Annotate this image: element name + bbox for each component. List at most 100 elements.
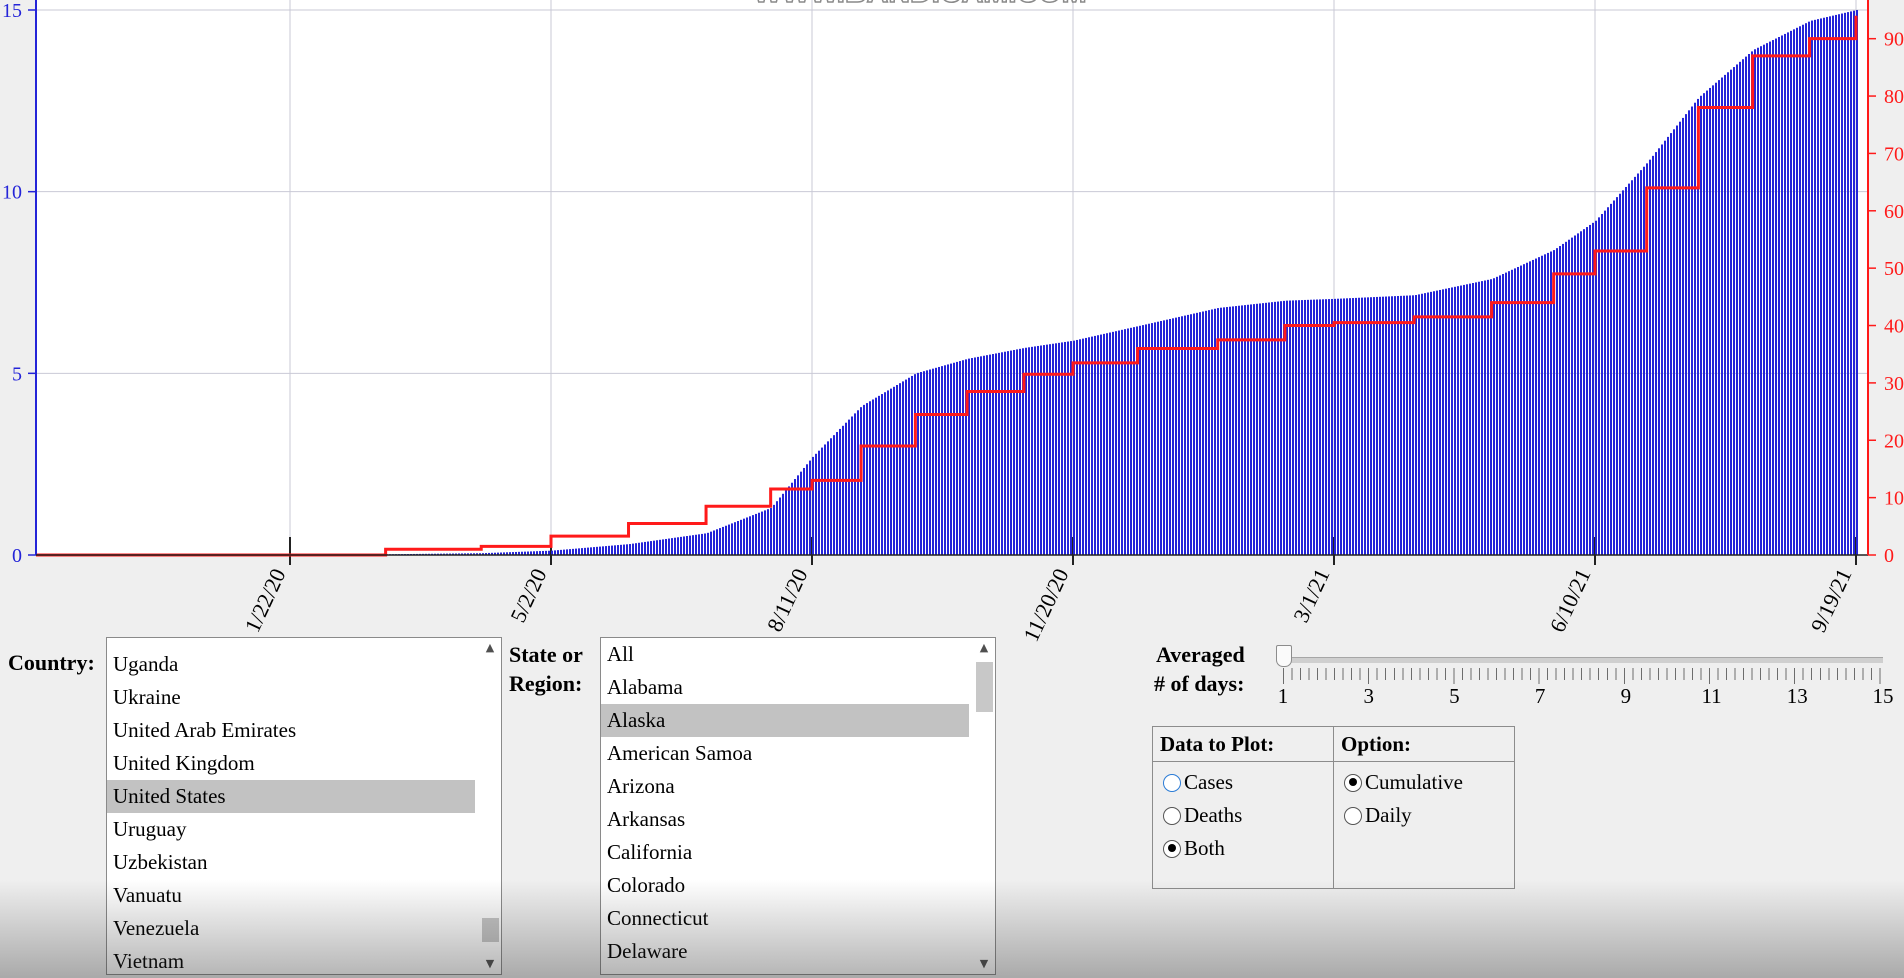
bar-mark — [1841, 13, 1843, 555]
region-list-item[interactable]: Arizona — [601, 770, 969, 803]
bar-mark — [917, 372, 919, 555]
radio-button[interactable] — [1163, 839, 1181, 858]
radio-button[interactable] — [1163, 773, 1181, 792]
bar-mark — [1001, 352, 1003, 555]
data-to-plot-group: Cases Deaths Both — [1152, 761, 1334, 889]
region-list-item[interactable]: Connecticut — [601, 902, 969, 935]
region-list-item[interactable]: American Samoa — [601, 737, 969, 770]
bar-mark — [1157, 321, 1159, 555]
bar-mark — [929, 369, 931, 555]
country-list-item[interactable]: Ukraine — [107, 681, 475, 714]
bar-mark — [692, 535, 694, 555]
plot-option-cumulative[interactable]: Cumulative — [1326, 766, 1514, 799]
region-list-item[interactable]: Alaska — [601, 704, 969, 737]
data-to-plot-option-both[interactable]: Both — [1145, 832, 1333, 865]
bar-mark — [620, 544, 622, 555]
bar-mark — [806, 464, 808, 555]
region-list-item[interactable]: Alabama — [601, 671, 969, 704]
bar-mark — [1730, 69, 1732, 555]
x-tick-label: 11/20/20 — [1018, 565, 1073, 646]
country-list-item[interactable]: United Kingdom — [107, 747, 475, 780]
scroll-up-arrow-icon[interactable]: ▲ — [479, 638, 501, 658]
scroll-down-arrow-icon[interactable]: ▼ — [973, 954, 995, 974]
bar-mark — [890, 388, 892, 555]
scroll-up-arrow-icon[interactable]: ▲ — [973, 638, 995, 658]
bar-mark — [977, 356, 979, 555]
bar-mark — [578, 548, 580, 555]
radio-button[interactable] — [1344, 806, 1362, 825]
bar-mark — [1628, 183, 1630, 555]
radio-button[interactable] — [1163, 806, 1181, 825]
country-scrollbar[interactable]: ▲ ▼ — [479, 638, 501, 974]
radio-label: Cases — [1184, 770, 1233, 794]
region-list-item[interactable]: All — [601, 638, 969, 671]
country-list-item[interactable]: Vietnam — [107, 945, 475, 974]
bar-mark — [878, 395, 880, 555]
bar-mark — [1745, 56, 1747, 556]
country-scroll-thumb[interactable] — [482, 918, 499, 942]
data-to-plot-option-cases[interactable]: Cases — [1145, 766, 1333, 799]
country-list-item[interactable]: United Arab Emirates — [107, 714, 475, 747]
country-list-item[interactable]: Vanuatu — [107, 879, 475, 912]
country-list-item[interactable]: Venezuela — [107, 912, 475, 945]
bar-mark — [1520, 265, 1522, 555]
country-list-item[interactable]: United States — [107, 780, 475, 813]
region-listbox[interactable]: All Alabama Alaska American Samoa Arizona Ark… — [600, 637, 996, 975]
data-to-plot-option-deaths[interactable]: Deaths — [1145, 799, 1333, 832]
bar-mark — [1598, 217, 1600, 555]
right-tick-label: 40 — [1884, 316, 1904, 338]
bar-mark — [1709, 87, 1711, 556]
bar-mark — [863, 404, 865, 555]
region-list-item[interactable]: Delaware — [601, 935, 969, 968]
bar-mark — [1418, 294, 1420, 555]
bar-mark — [1373, 297, 1375, 555]
bar-mark — [1802, 24, 1804, 556]
bar-mark — [683, 536, 685, 555]
bar-mark — [1019, 348, 1021, 555]
bar-mark — [1034, 346, 1036, 555]
country-list-item[interactable]: Uzbekistan — [107, 846, 475, 879]
bar-mark — [1721, 77, 1723, 555]
region-scroll-thumb[interactable] — [976, 662, 993, 712]
plot-option-daily[interactable]: Daily — [1326, 799, 1514, 832]
bar-mark — [1160, 321, 1162, 555]
region-list-item[interactable]: California — [601, 836, 969, 869]
slider-tick-label: 9 — [1620, 684, 1632, 708]
bar-mark — [1523, 264, 1525, 555]
country-list-item[interactable]: Uruguay — [107, 813, 475, 846]
country-listbox[interactable]: Uganda Ukraine United Arab Emirates United … — [106, 637, 502, 975]
bar-mark — [1295, 300, 1297, 555]
bar-mark — [1175, 317, 1177, 555]
region-list-item[interactable]: Arkansas — [601, 803, 969, 836]
bar-mark — [584, 547, 586, 555]
bar-mark — [1106, 333, 1108, 555]
bar-mark — [1703, 93, 1705, 556]
bar-mark — [719, 528, 721, 555]
bar-mark — [635, 543, 637, 555]
bar-mark — [983, 355, 985, 555]
right-tick-label: 30 — [1884, 373, 1904, 395]
bar-mark — [1085, 337, 1087, 555]
slider-track[interactable] — [1283, 657, 1883, 663]
bar-mark — [674, 537, 676, 555]
scroll-down-arrow-icon[interactable]: ▼ — [479, 954, 501, 974]
region-scrollbar[interactable]: ▲ ▼ — [973, 638, 995, 974]
bar-mark — [1436, 290, 1438, 555]
bar-mark — [1517, 266, 1519, 555]
country-list-item[interactable]: Uganda — [107, 648, 475, 681]
bar-mark — [953, 362, 955, 555]
bar-mark — [1109, 332, 1111, 555]
bar-mark — [1658, 148, 1660, 555]
bar-mark — [632, 543, 634, 555]
slider-thumb[interactable] — [1276, 645, 1292, 667]
radio-button[interactable] — [1344, 773, 1362, 792]
bar-mark — [1739, 61, 1741, 556]
bar-mark — [1487, 279, 1489, 555]
bar-mark — [1448, 288, 1450, 555]
bar-mark — [1850, 11, 1852, 555]
averaging-slider[interactable]: 1 3 5 7 9 11 13 15 — [1275, 640, 1894, 720]
bar-mark — [1478, 281, 1480, 555]
bar-mark — [1103, 333, 1105, 555]
region-list-item[interactable]: Colorado — [601, 869, 969, 902]
bar-mark — [1133, 327, 1135, 555]
